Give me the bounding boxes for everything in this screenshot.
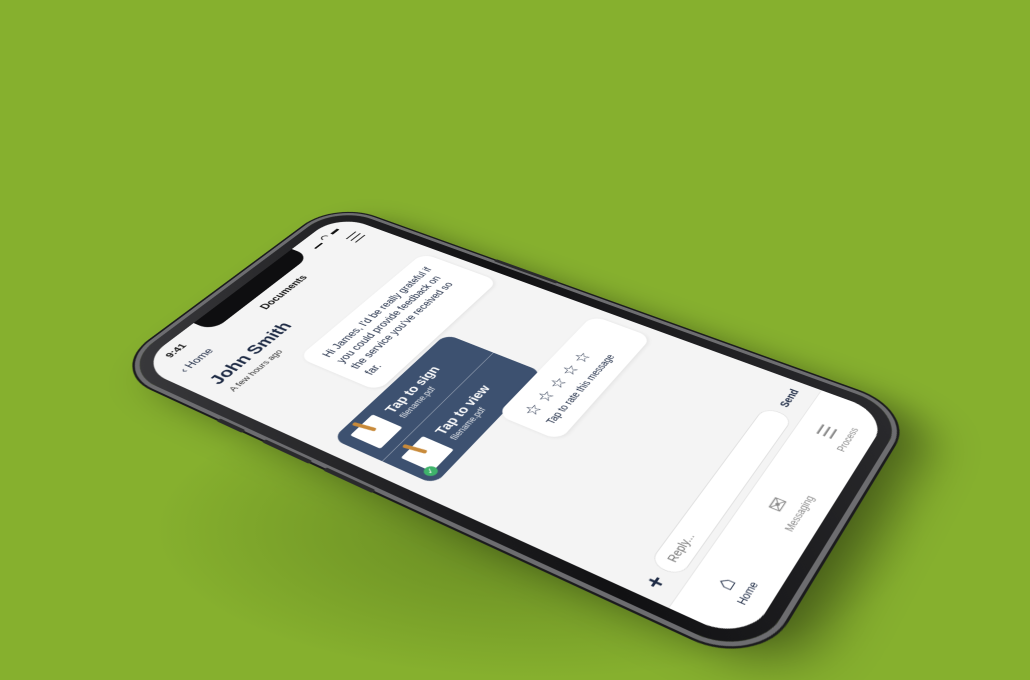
stage: 9:41 ◠ ▬ ‹ Home Documents John Smith A f… bbox=[0, 0, 1030, 678]
star-icon[interactable]: ☆ bbox=[531, 387, 561, 405]
star-icon[interactable]: ☆ bbox=[568, 349, 597, 366]
star-icon[interactable]: ☆ bbox=[556, 362, 585, 379]
battery-icon: ▬ bbox=[325, 227, 341, 236]
mute-switch bbox=[216, 418, 245, 433]
signal-icon bbox=[308, 241, 322, 249]
document-thumbnail bbox=[350, 414, 402, 448]
add-attachment-button[interactable]: + bbox=[638, 571, 673, 593]
pen-icon bbox=[402, 444, 428, 454]
pen-icon bbox=[352, 422, 377, 431]
status-time: 9:41 bbox=[163, 342, 190, 359]
envelope-icon: ✉ bbox=[762, 494, 793, 515]
tab-home[interactable]: ⌂ Home bbox=[705, 567, 760, 606]
send-button[interactable]: Send bbox=[777, 387, 802, 408]
home-icon: ⌂ bbox=[709, 573, 740, 593]
back-label: Home bbox=[183, 347, 216, 370]
tab-process[interactable]: ☰ Process bbox=[808, 416, 861, 453]
wifi-icon: ◠ bbox=[317, 234, 333, 242]
phone-screen: 9:41 ◠ ▬ ‹ Home Documents John Smith A f… bbox=[137, 214, 890, 643]
star-icon[interactable]: ☆ bbox=[518, 401, 548, 419]
numbered-list-icon: ☰ bbox=[812, 422, 842, 442]
tab-messaging[interactable]: ✉ Messaging bbox=[754, 483, 816, 533]
star-icon[interactable]: ☆ bbox=[544, 374, 573, 392]
check-icon: ✓ bbox=[421, 465, 441, 478]
phone-device: 9:41 ◠ ▬ ‹ Home Documents John Smith A f… bbox=[118, 206, 907, 661]
menu-icon[interactable] bbox=[346, 231, 366, 242]
document-thumbnail: ✓ bbox=[401, 436, 454, 472]
